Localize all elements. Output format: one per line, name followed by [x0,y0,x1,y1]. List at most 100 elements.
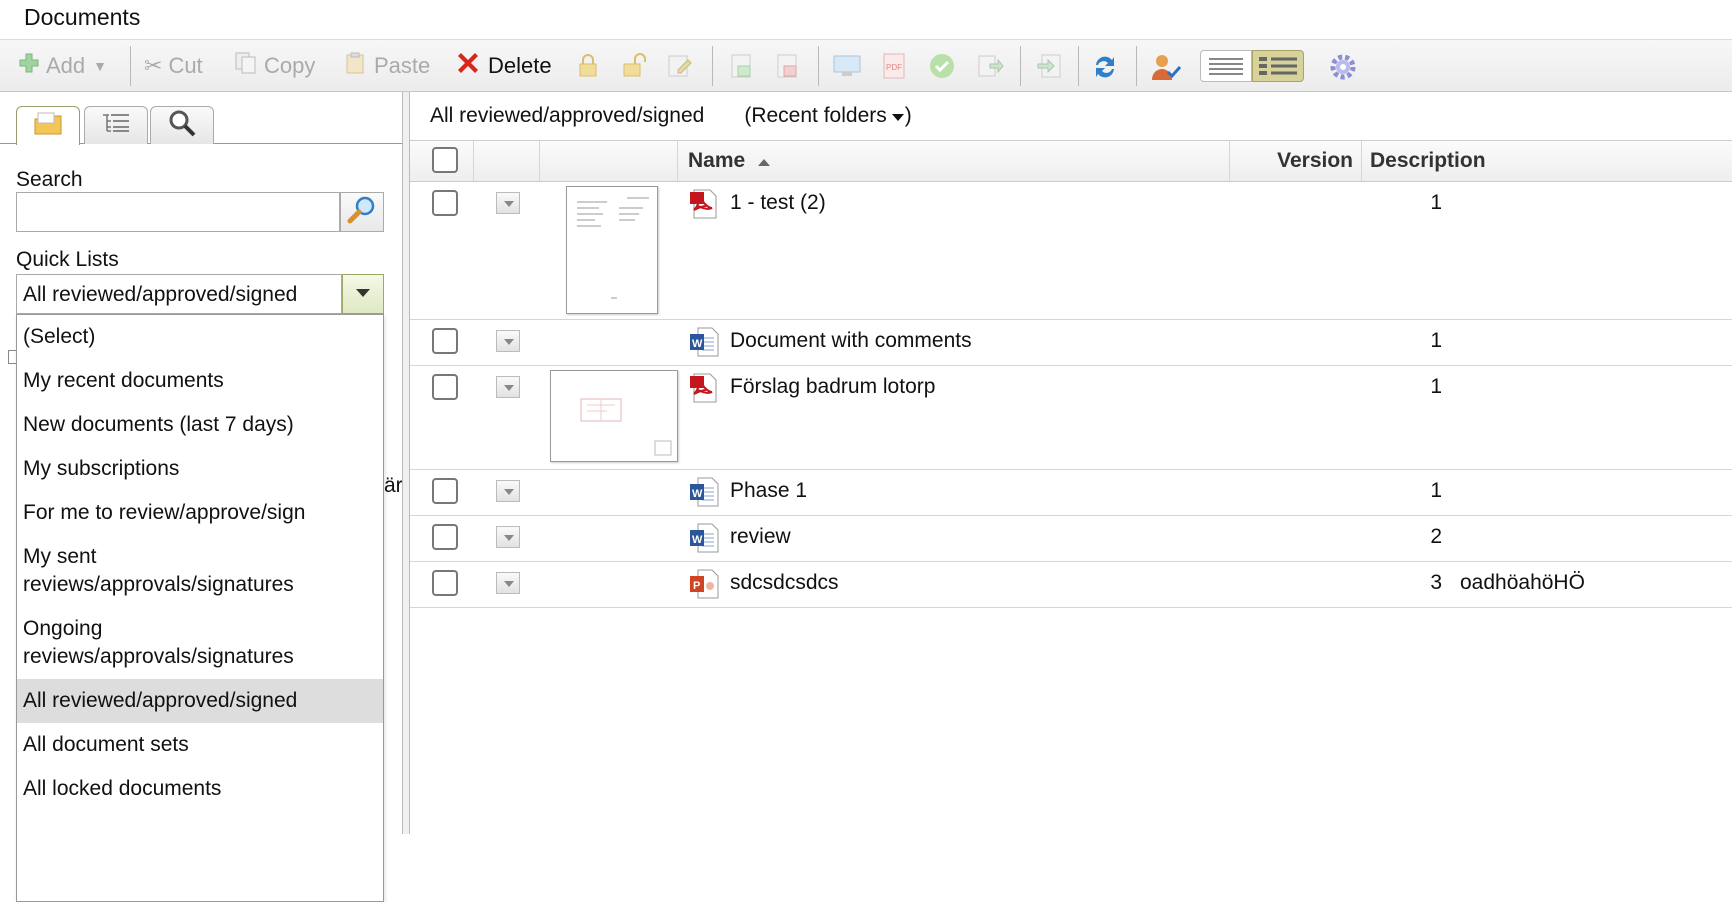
toolbar-divider [1078,46,1079,86]
name-column-header[interactable]: Name [678,141,1230,181]
left-pane: Search Quick Lists All reviewed/approved… [0,92,403,902]
description-column-header[interactable]: Description [1362,141,1732,181]
paste-button[interactable]: Paste [344,48,430,84]
row-menu-button[interactable] [496,330,520,352]
document-name-link[interactable]: sdcsdcsdcs [730,571,839,595]
details-view-icon[interactable] [1252,50,1304,82]
row-checkbox[interactable] [432,478,458,504]
select-all-checkbox[interactable] [432,147,458,173]
quicklist-option[interactable]: All reviewed/approved/signed [17,679,383,723]
cut-label: Cut [168,53,203,78]
document-grid: Name Version Description 1 - test (2) 1 W D… [410,140,1732,608]
quicklist-option[interactable]: New documents (last 7 days) [17,403,383,447]
pdf-convert-icon[interactable]: PDF [880,52,908,80]
word-file-icon: W [688,326,720,358]
row-checkbox[interactable] [432,190,458,216]
quicklists-dropdown-menu: (Select) My recent documents New documents… [16,314,384,902]
document-name-link[interactable]: Document with comments [730,329,972,353]
edit-icon[interactable] [666,52,694,80]
document-name-link[interactable]: review [730,525,791,549]
search-input[interactable] [16,192,340,232]
copy-button[interactable]: Copy [234,48,315,84]
export-icon[interactable] [1036,52,1064,80]
table-row[interactable]: Wreview 2 [410,516,1732,562]
folder-icon [33,111,63,142]
thumb-col-header [540,141,678,181]
plus-icon [18,52,40,80]
forward-icon[interactable] [976,52,1004,80]
table-row[interactable]: Förslag badrum lotorp 1 [410,366,1732,470]
tab-folders[interactable] [16,106,80,145]
chevron-down-icon [355,285,371,303]
sidebar-tabs [0,106,402,145]
delete-x-icon [454,49,482,83]
quicklist-option[interactable]: My recent documents [17,359,383,403]
delete-button[interactable]: Delete [454,48,552,84]
row-menu-button[interactable] [496,376,520,398]
row-menu-button[interactable] [496,572,520,594]
row-checkbox[interactable] [432,524,458,550]
quicklist-option[interactable]: Ongoing reviews/approvals/signatures [17,607,317,679]
toolbar-divider [1136,46,1137,86]
quicklists-select[interactable]: All reviewed/approved/signed [16,274,342,314]
svg-text:W: W [692,534,703,546]
lock-icon[interactable] [574,52,602,80]
delete-label: Delete [488,53,552,78]
document-version: 2 [1430,525,1442,548]
title-bar: Documents [0,0,1732,40]
document-name-link[interactable]: 1 - test (2) [730,191,826,215]
document-version: 1 [1430,375,1442,398]
recent-folders-menu[interactable]: (Recent folders ) [744,104,911,128]
toolbar: Add ▼ ✂ Cut Copy Paste Delete PDF [0,40,1732,92]
quicklist-option[interactable]: (Select) [17,315,383,359]
tree-peek-text: är [384,474,403,497]
row-menu-button[interactable] [496,192,520,214]
cut-button[interactable]: ✂ Cut [144,48,203,84]
chevron-down-icon: ▼ [93,58,108,74]
document-thumbnail[interactable] [550,370,678,462]
quicklists-dropdown-button[interactable] [342,274,384,314]
svg-text:W: W [692,488,703,500]
quicklist-option[interactable]: For me to review/approve/sign [17,491,383,535]
row-menu-button[interactable] [496,480,520,502]
row-checkbox[interactable] [432,328,458,354]
document-name-link[interactable]: Phase 1 [730,479,807,503]
table-row[interactable]: Psdcsdcsdcs 3 oadhöahöHÖ [410,562,1732,608]
table-row[interactable]: 1 - test (2) 1 [410,182,1732,320]
checkin-icon[interactable] [728,52,756,80]
document-name-link[interactable]: Förslag badrum lotorp [730,375,935,399]
approve-check-icon[interactable] [928,52,956,80]
user-permissions-icon[interactable] [1150,52,1182,80]
row-checkbox[interactable] [432,374,458,400]
tab-search[interactable] [150,106,214,144]
settings-gear-icon[interactable] [1328,52,1356,80]
table-row[interactable]: W Phase 1 1 [410,470,1732,516]
table-row[interactable]: W Document with comments 1 [410,320,1732,366]
quicklists-label: Quick Lists [16,248,119,271]
clipboard-icon [344,51,368,81]
tab-list[interactable] [84,106,148,144]
quicklist-option[interactable]: My subscriptions [17,447,383,491]
document-thumbnail[interactable] [566,186,658,314]
quicklist-option[interactable]: All locked documents [17,767,383,811]
version-column-header[interactable]: Version [1230,141,1362,181]
toolbar-divider [712,46,713,86]
add-button[interactable]: Add ▼ [18,48,107,84]
unlock-icon[interactable] [620,52,648,80]
grid-body: 1 - test (2) 1 W Document with comments 1 För… [410,182,1732,608]
pane-splitter[interactable] [402,92,410,834]
quicklist-option[interactable]: All document sets [17,723,383,767]
toolbar-divider [1020,46,1021,86]
row-menu-button[interactable] [496,526,520,548]
view-toggle [1200,50,1304,82]
list-view-icon[interactable] [1200,50,1252,82]
checkout-icon[interactable] [774,52,802,80]
row-checkbox[interactable] [432,570,458,596]
search-label: Search [16,168,83,191]
preview-icon[interactable] [832,52,861,80]
word-file-icon: W [688,476,720,508]
refresh-icon[interactable] [1090,52,1118,80]
search-button[interactable] [340,192,384,232]
svg-text:PDF: PDF [886,63,902,72]
quicklist-option[interactable]: My sent reviews/approvals/signatures [17,535,317,607]
